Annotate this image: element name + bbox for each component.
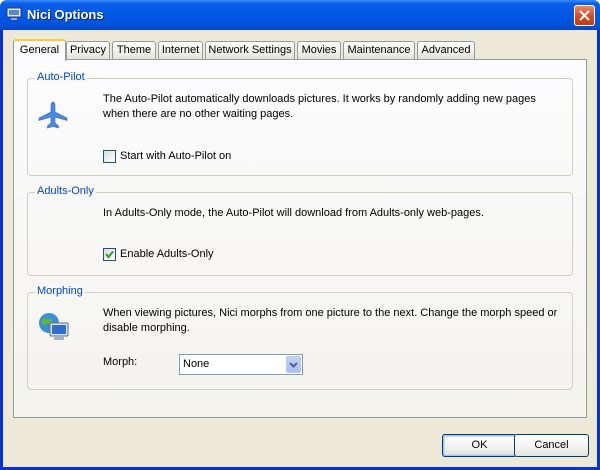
close-button[interactable] xyxy=(574,5,595,26)
airplane-icon xyxy=(38,101,68,132)
tab-maintenance[interactable]: Maintenance xyxy=(343,41,415,60)
cancel-button[interactable]: Cancel xyxy=(514,434,589,457)
morph-select[interactable]: None xyxy=(179,354,303,375)
tab-internet[interactable]: Internet xyxy=(158,41,203,60)
chevron-down-icon xyxy=(289,362,298,368)
tab-general[interactable]: General xyxy=(13,39,66,61)
morph-dropdown-button[interactable] xyxy=(286,356,301,373)
group-label-autopilot: Auto-Pilot xyxy=(35,71,87,83)
group-autopilot: Auto-Pilot The Auto-Pilot automatically … xyxy=(27,71,573,176)
title-bar[interactable]: Nici Options xyxy=(0,0,600,30)
autopilot-checkbox[interactable] xyxy=(103,150,116,163)
tab-privacy[interactable]: Privacy xyxy=(66,41,110,60)
tab-advanced[interactable]: Advanced xyxy=(417,41,475,60)
adults-only-checkbox[interactable] xyxy=(103,248,116,261)
adults-only-description: In Adults-Only mode, the Auto-Pilot will… xyxy=(103,207,484,219)
tab-panel-general: Auto-Pilot The Auto-Pilot automatically … xyxy=(13,59,587,418)
autopilot-description: The Auto-Pilot automatically downloads p… xyxy=(103,93,536,120)
window-title: Nici Options xyxy=(27,7,104,22)
group-adults-only: Adults-Only In Adults-Only mode, the Aut… xyxy=(27,185,573,276)
group-label-adults-only: Adults-Only xyxy=(35,185,96,197)
dialog-client: General Privacy Theme Internet Network S… xyxy=(3,30,597,467)
group-morphing: Morphing When viewing pictures, Nici mor… xyxy=(27,285,573,390)
dialog-window: Nici Options General Privacy Theme Inter… xyxy=(0,0,600,470)
group-label-morphing: Morphing xyxy=(35,285,85,297)
close-icon xyxy=(579,10,590,21)
tab-theme[interactable]: Theme xyxy=(112,41,156,60)
monitor-globe-icon xyxy=(37,310,71,347)
app-monitor-icon xyxy=(6,7,22,21)
tab-movies[interactable]: Movies xyxy=(297,41,341,60)
morph-label: Morph: xyxy=(103,356,138,368)
ok-button[interactable]: OK xyxy=(442,434,517,457)
checkmark-icon xyxy=(105,250,114,259)
tab-network-settings[interactable]: Network Settings xyxy=(205,41,295,60)
autopilot-checkbox-label[interactable]: Start with Auto-Pilot on xyxy=(120,150,231,162)
morph-select-value: None xyxy=(183,358,210,370)
adults-only-checkbox-label[interactable]: Enable Adults-Only xyxy=(120,248,214,260)
morphing-description: When viewing pictures, Nici morphs from … xyxy=(103,307,558,334)
